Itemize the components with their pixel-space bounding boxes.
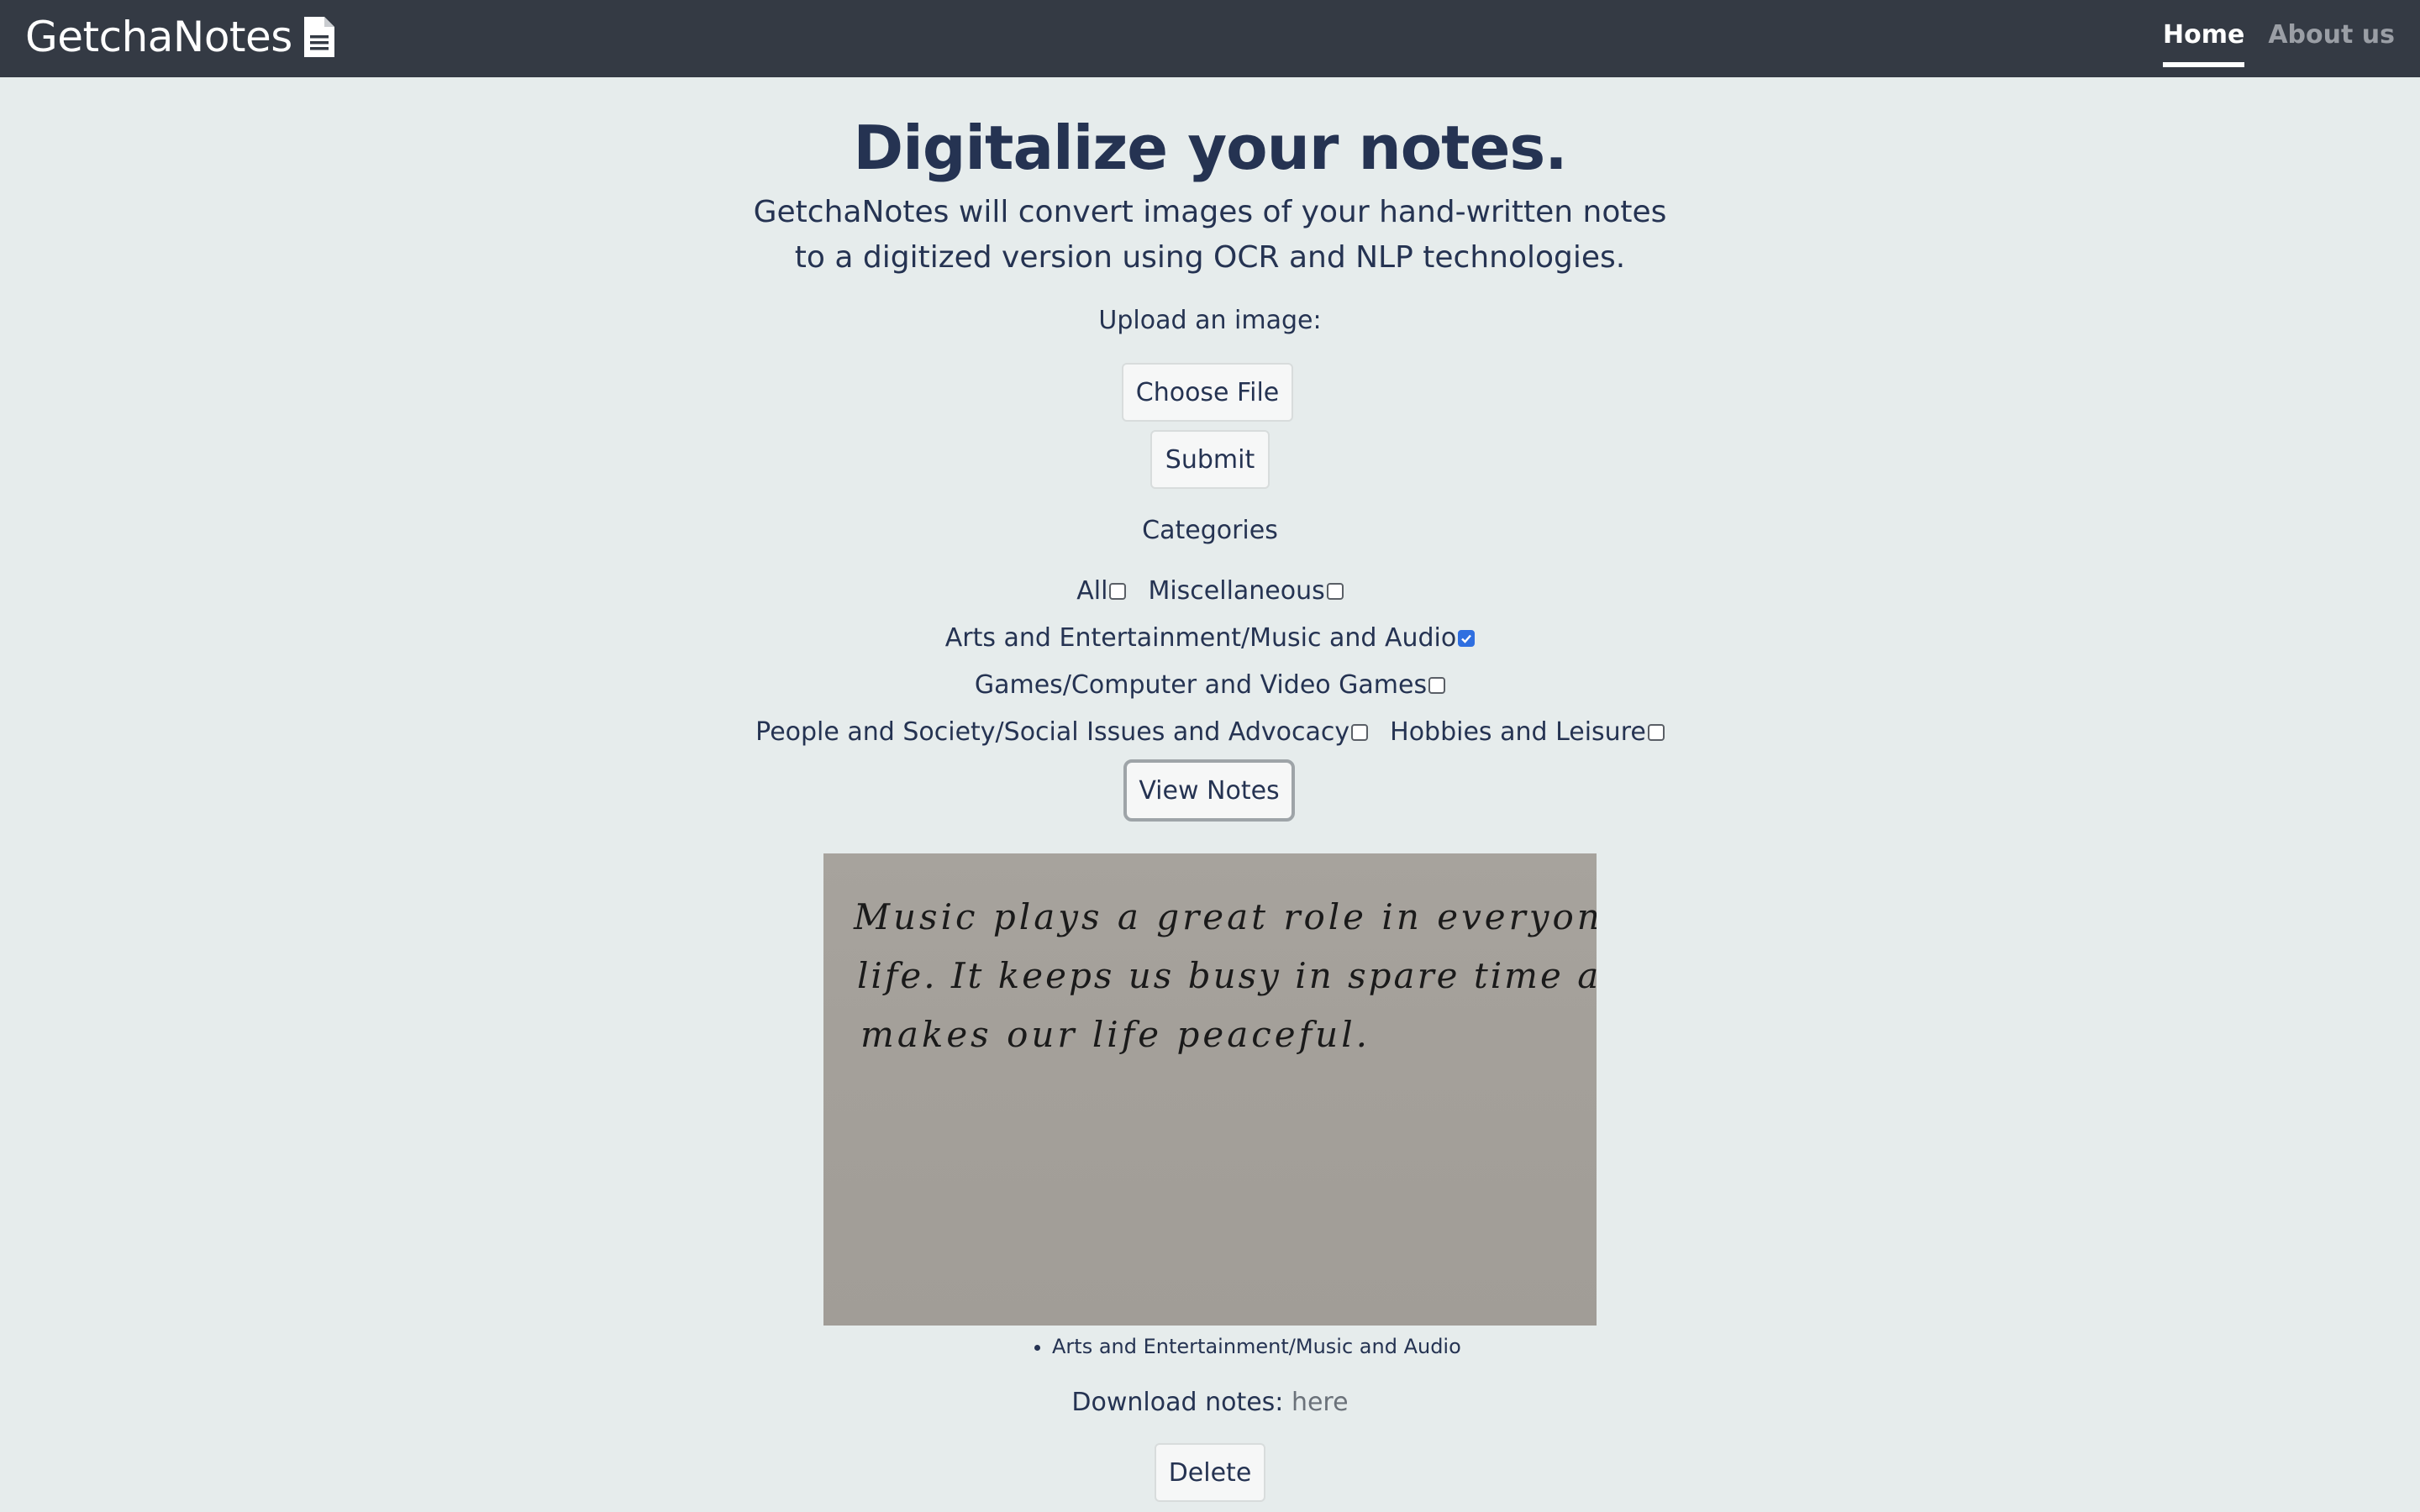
delete-button[interactable]: Delete [1155, 1443, 1265, 1502]
choose-file-button[interactable]: Choose File [1122, 363, 1293, 422]
category-people-society[interactable]: People and Society/Social Issues and Adv… [755, 716, 1369, 749]
download-label: Download notes: [1071, 1388, 1284, 1417]
category-label: Arts and Entertainment/Music and Audio [944, 623, 1457, 653]
category-row: People and Society/Social Issues and Adv… [0, 716, 2420, 749]
view-notes-button[interactable]: View Notes [1123, 759, 1295, 822]
category-row: All Miscellaneous [0, 575, 2420, 608]
category-miscellaneous[interactable]: Miscellaneous [1148, 575, 1344, 608]
category-label: All [1076, 576, 1108, 606]
upload-label: Upload an image: [1098, 306, 1322, 335]
category-label: Miscellaneous [1148, 576, 1325, 606]
category-games[interactable]: Games/Computer and Video Games [974, 669, 1446, 702]
category-row: Arts and Entertainment/Music and Audio [0, 622, 2420, 655]
handwriting-line: Music plays a great role in everyone's [853, 896, 1597, 937]
handwriting: Music plays a great role in everyone's l… [853, 896, 1597, 1055]
download-link[interactable]: here [1292, 1388, 1349, 1417]
nav-about-us[interactable]: About us [2268, 17, 2395, 62]
note-category-item: Arts and Entertainment/Music and Audio [1052, 1332, 1461, 1361]
page-title: Digitalize your notes. [853, 113, 1567, 183]
category-miscellaneous-checkbox[interactable] [1326, 583, 1344, 600]
handwriting-line: life. It keeps us busy in spare time and [857, 955, 1597, 996]
category-label: People and Society/Social Issues and Adv… [755, 717, 1350, 747]
brand[interactable]: GetchaNotes [25, 12, 336, 62]
document-icon [303, 17, 334, 57]
category-people-society-checkbox[interactable] [1351, 724, 1369, 741]
category-all-checkbox[interactable] [1109, 583, 1127, 600]
category-games-checkbox[interactable] [1428, 677, 1446, 694]
note-category-list: Arts and Entertainment/Music and Audio [1027, 1332, 1461, 1361]
submit-button[interactable]: Submit [1150, 430, 1270, 489]
nav-links: Home About us [2163, 17, 2395, 67]
categories-title: Categories [1142, 516, 1278, 545]
category-hobbies-checkbox[interactable] [1647, 724, 1665, 741]
checkmark-icon [1461, 634, 1472, 643]
note-image: Music plays a great role in everyone's l… [823, 853, 1597, 1326]
main-content: Digitalize your notes. GetchaNotes will … [0, 77, 2420, 1512]
category-label: Games/Computer and Video Games [974, 670, 1428, 700]
category-row: Games/Computer and Video Games [0, 669, 2420, 702]
download-notes: Download notes: here [0, 1384, 2420, 1421]
navbar: GetchaNotes Home About us [0, 0, 2420, 77]
nav-home[interactable]: Home [2163, 17, 2245, 67]
handwriting-line: makes our life peaceful. [860, 1014, 1370, 1055]
category-arts-music[interactable]: Arts and Entertainment/Music and Audio [944, 622, 1476, 655]
page-description: GetchaNotes will convert images of your … [753, 195, 1667, 275]
category-all[interactable]: All [1076, 575, 1127, 608]
brand-name: GetchaNotes [25, 13, 292, 61]
category-hobbies[interactable]: Hobbies and Leisure [1390, 716, 1665, 749]
category-arts-music-checkbox[interactable] [1458, 630, 1476, 647]
category-label: Hobbies and Leisure [1390, 717, 1646, 747]
